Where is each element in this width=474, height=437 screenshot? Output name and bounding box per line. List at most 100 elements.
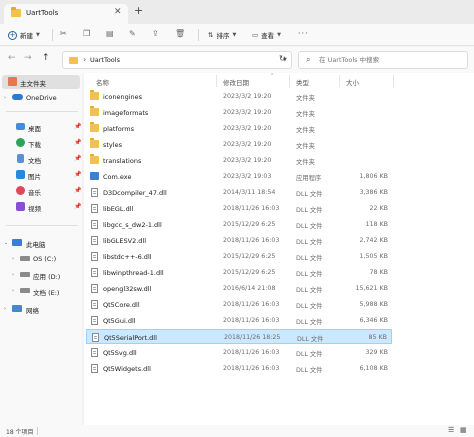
title-bar: UartTools ✕ + [0,0,474,24]
search-box[interactable]: ⌕ [298,51,468,69]
sidebar-item-label: 网络 [26,307,39,315]
share-icon[interactable]: ⇪ [152,30,159,38]
status-bar: 18 个项目 ☰ ▦ [0,425,474,437]
sidebar-item-pictures[interactable]: 图片 📌 [2,168,81,182]
table-row[interactable]: libgcc_s_dw2-1.dll 2015/12/29 6:25 DLL 文件 1… [86,217,392,232]
file-icon [91,348,98,357]
search-input[interactable] [319,54,464,66]
drive-icon [20,272,30,277]
table-row[interactable]: opengl32sw.dll 2016/6/14 21:08 DLL 文件 15,62… [86,281,392,296]
column-divider[interactable] [393,75,394,87]
file-name: libEGL.dll [103,205,134,213]
back-icon[interactable]: ← [8,54,16,63]
sidebar: 主文件夹 › OneDrive 桌面 📌 下载 📌 文档 📌 图片 📌 音乐 📌… [0,73,82,425]
sidebar-item-this-pc[interactable]: ⌄ 此电脑 [2,236,80,250]
sidebar-item-label: 主文件夹 [20,80,46,88]
table-row[interactable]: platforms 2023/3/2 19:20 文件夹 [86,121,392,136]
new-button[interactable]: + 新建 ▼ [8,28,40,42]
column-header-date[interactable]: 修改日期 [223,77,249,87]
more-button[interactable]: ··· [298,29,309,38]
file-size: 6,108 KB [359,365,388,372]
table-row[interactable]: libwinpthread-1.dll 2015/12/29 6:25 DLL 文件… [86,265,392,280]
file-date: 2023/3/2 19:20 [223,93,272,100]
new-tab-button[interactable]: + [134,5,143,16]
tiles-view-icon[interactable]: ▦ [460,427,467,434]
table-row[interactable]: libEGL.dll 2018/11/26 16:03 DLL 文件 22 KB [86,201,392,216]
paste-icon[interactable]: ▤ [106,30,114,38]
table-row[interactable]: Qt5SerialPort.dll 2018/11/26 18:25 DLL 文件 8… [86,329,392,344]
sidebar-item-home[interactable]: 主文件夹 [2,75,80,89]
file-size: 1,505 KB [359,253,388,260]
sidebar-item-drive-e[interactable]: › 文档 (E:) [2,284,80,298]
tab-title: UartTools [26,9,59,17]
file-date: 2015/12/29 6:25 [223,221,276,228]
sidebar-item-music[interactable]: 音乐 📌 [2,184,81,198]
column-divider[interactable] [216,75,217,87]
chevron-right-icon[interactable]: › [12,288,14,294]
table-row[interactable]: Com.exe 2023/3/2 19:03 应用程序 1,806 KB [86,169,392,184]
column-header-size[interactable]: 大小 [346,77,359,87]
delete-icon[interactable]: 🗑 [175,30,185,38]
chevron-right-icon[interactable]: › [12,256,14,262]
drive-icon [20,288,30,293]
rename-icon[interactable]: ✎ [129,30,136,38]
pin-icon[interactable]: 📌 [74,123,81,130]
pin-icon[interactable]: 📌 [74,171,81,178]
sidebar-item-videos[interactable]: 视频 📌 [2,200,81,214]
details-view-icon[interactable]: ☰ [448,427,454,434]
column-divider[interactable] [289,75,290,87]
sort-button[interactable]: ⇅ 排序 ▼ [208,28,236,42]
sidebar-item-label: 桌面 [28,125,41,133]
chevron-right-icon[interactable]: › [4,95,6,101]
up-icon[interactable]: ↑ [42,54,50,63]
column-header-type[interactable]: 类型 [296,77,309,87]
table-row[interactable]: styles 2023/3/2 19:20 文件夹 [86,137,392,152]
table-row[interactable]: imageformats 2023/3/2 19:20 文件夹 [86,105,392,120]
chevron-down-icon[interactable]: ⌄ [4,240,8,246]
file-type: 文件夹 [296,111,315,118]
sidebar-divider [6,225,78,226]
sidebar-item-label: OneDrive [26,94,57,102]
file-date: 2018/11/26 16:03 [223,301,280,308]
sidebar-item-drive-c[interactable]: › OS (C:) [2,252,80,266]
table-row[interactable]: Qt5Svg.dll 2018/11/26 16:03 DLL 文件 329 KB [86,345,392,360]
pin-icon[interactable]: 📌 [74,203,81,210]
table-row[interactable]: translations 2023/3/2 19:20 文件夹 [86,153,392,168]
breadcrumb[interactable]: UartTools [90,56,120,64]
file-date: 2016/6/14 21:08 [223,285,276,292]
folder-icon [90,106,99,116]
chevron-right-icon[interactable]: › [83,55,86,64]
refresh-icon[interactable]: ↻ [279,55,286,63]
file-type: DLL 文件 [297,336,324,343]
table-row[interactable]: D3Dcompiler_47.dll 2014/3/11 18:54 DLL 文件 3… [86,185,392,200]
sidebar-item-network[interactable]: › 网络 [2,302,80,316]
table-row[interactable]: libGLESV2.dll 2018/11/26 16:03 DLL 文件 2,742… [86,233,392,248]
pin-icon[interactable]: 📌 [74,155,81,162]
table-row[interactable]: Qt5Widgets.dll 2018/11/26 16:03 DLL 文件 6,10… [86,361,392,376]
column-divider[interactable] [339,75,340,87]
sidebar-item-onedrive[interactable]: › OneDrive [2,91,80,105]
table-row[interactable]: Qt5Gui.dll 2018/11/26 16:03 DLL 文件 6,346 KB [86,313,392,328]
file-type: DLL 文件 [296,367,323,374]
sidebar-item-downloads[interactable]: 下载 📌 [2,136,81,150]
address-bar[interactable]: › UartTools ▼ [62,51,292,69]
pin-icon[interactable]: 📌 [74,187,81,194]
view-button[interactable]: ▭ 查看 ▼ [252,28,281,42]
sidebar-item-documents[interactable]: 文档 📌 [2,152,81,166]
forward-icon[interactable]: → [24,54,32,63]
table-row[interactable]: libstdc++-6.dll 2015/12/29 6:25 DLL 文件 1,50… [86,249,392,264]
pin-icon[interactable]: 📌 [74,139,81,146]
chevron-right-icon[interactable]: › [12,272,14,278]
column-header-name[interactable]: 名称 [96,77,109,87]
close-icon[interactable]: ✕ [114,7,122,17]
cut-icon[interactable]: ✂ [60,30,67,38]
chevron-right-icon[interactable]: › [4,306,6,312]
sidebar-item-drive-d[interactable]: › 应用 (D:) [2,268,80,282]
table-row[interactable]: iconengines 2023/3/2 19:20 文件夹 [86,89,392,104]
copy-icon[interactable]: ❐ [83,30,90,38]
file-icon [91,204,98,213]
table-row[interactable]: Qt5Core.dll 2018/11/26 16:03 DLL 文件 5,988 K… [86,297,392,312]
sidebar-item-desktop[interactable]: 桌面 📌 [2,120,81,134]
tab-uarttools[interactable]: UartTools ✕ [4,4,128,24]
file-type: 应用程序 [296,175,322,182]
